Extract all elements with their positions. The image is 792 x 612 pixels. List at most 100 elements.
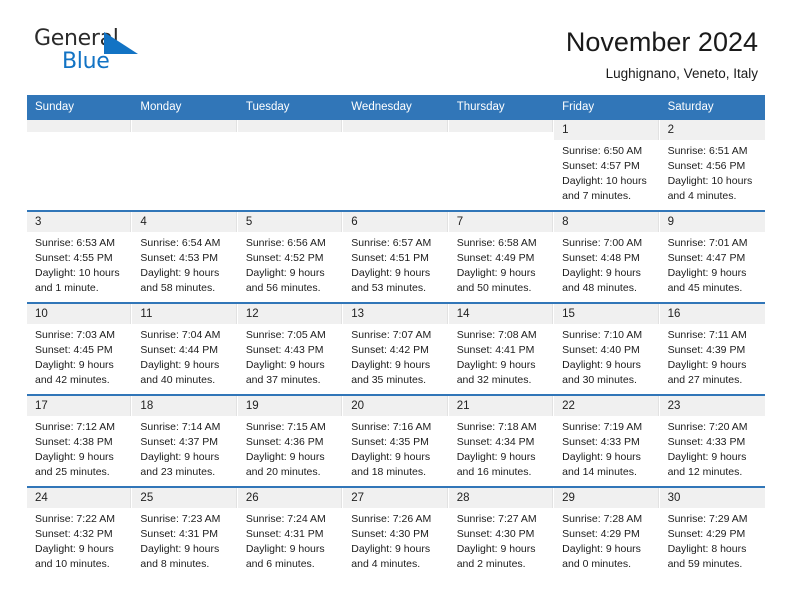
day-number: 16 [659,303,765,324]
sunset-text: Sunset: 4:32 PM [35,527,113,540]
daylight-text-line2: and 42 minutes. [35,373,110,386]
day-cell[interactable]: 22 Sunrise: 7:19 AM Sunset: 4:33 PM Dayl… [554,395,660,486]
daylight-text-line1: Daylight: 9 hours [456,450,536,463]
sunrise-text: Sunrise: 7:24 AM [245,512,326,525]
daylight-text-line2: and 30 minutes. [562,373,637,386]
daylight-text-line2: and 45 minutes. [667,281,743,294]
day-cell[interactable]: 20 Sunrise: 7:16 AM Sunset: 4:35 PM Dayl… [343,395,449,486]
day-details: Sunrise: 7:28 AM Sunset: 4:29 PM Dayligh… [554,508,658,572]
sunrise-text: Sunrise: 7:05 AM [245,328,326,341]
day-cell[interactable]: 19 Sunrise: 7:15 AM Sunset: 4:36 PM Dayl… [237,395,344,486]
sunset-text: Sunset: 4:47 PM [667,251,746,264]
sunset-text: Sunset: 4:42 PM [351,343,429,356]
day-number: 22 [554,395,659,416]
weekday-header-thursday: Thursday [456,101,505,114]
daylight-text-line1: Daylight: 9 hours [456,266,536,279]
day-cell[interactable]: 30 Sunrise: 7:29 AM Sunset: 4:29 PM Dayl… [659,487,765,578]
day-details: Sunrise: 7:14 AM Sunset: 4:37 PM Dayligh… [132,416,236,480]
flag-triangle-icon [104,32,138,54]
day-details: Sunrise: 7:18 AM Sunset: 4:34 PM Dayligh… [449,416,553,480]
day-details: Sunrise: 7:22 AM Sunset: 4:32 PM Dayligh… [27,508,131,572]
sunset-text: Sunset: 4:35 PM [351,435,429,448]
day-number: 20 [343,395,448,416]
day-cell[interactable]: 14 Sunrise: 7:08 AM Sunset: 4:41 PM Dayl… [448,303,555,394]
daylight-text-line1: Daylight: 9 hours [562,266,641,279]
day-cell[interactable]: 10 Sunrise: 7:03 AM Sunset: 4:45 PM Dayl… [27,303,133,394]
sunset-text: Sunset: 4:31 PM [140,527,219,540]
daylight-text-line2: and 23 minutes. [140,465,216,478]
sunrise-text: Sunrise: 7:04 AM [140,328,221,341]
day-cell [237,119,344,210]
day-cell [132,119,238,210]
day-details: Sunrise: 7:01 AM Sunset: 4:47 PM Dayligh… [660,232,765,296]
day-cell [448,119,555,210]
day-cell[interactable]: 1 Sunrise: 6:50 AM Sunset: 4:57 PM Dayli… [554,119,660,210]
sunrise-text: Sunrise: 7:16 AM [351,420,432,433]
day-cell[interactable]: 13 Sunrise: 7:07 AM Sunset: 4:42 PM Dayl… [343,303,449,394]
day-number [237,119,343,132]
daylight-text-line2: and 59 minutes. [667,557,743,570]
daylight-text-line1: Daylight: 9 hours [562,542,641,555]
day-cell[interactable]: 15 Sunrise: 7:10 AM Sunset: 4:40 PM Dayl… [554,303,660,394]
page-title: November 2024 [565,27,758,57]
sunrise-text: Sunrise: 6:56 AM [245,236,326,249]
day-cell[interactable]: 4 Sunrise: 6:54 AM Sunset: 4:53 PM Dayli… [132,211,238,302]
sunset-text: Sunset: 4:40 PM [562,343,640,356]
sunrise-text: Sunrise: 7:23 AM [140,512,221,525]
sunset-text: Sunset: 4:34 PM [456,435,535,448]
day-details: Sunrise: 7:12 AM Sunset: 4:38 PM Dayligh… [27,416,131,480]
daylight-text-line2: and 6 minutes. [245,557,315,570]
daylight-text-line2: and 4 minutes. [667,189,737,202]
calendar-grid: Sunday Monday Tuesday Wednesday Thursday… [27,95,765,578]
weekday-header-sunday: Sunday [35,101,75,114]
day-cell[interactable]: 5 Sunrise: 6:56 AM Sunset: 4:52 PM Dayli… [237,211,344,302]
daylight-text-line1: Daylight: 9 hours [140,358,220,371]
daylight-text-line2: and 48 minutes. [562,281,637,294]
day-cell[interactable]: 21 Sunrise: 7:18 AM Sunset: 4:34 PM Dayl… [448,395,555,486]
day-cell[interactable]: 28 Sunrise: 7:27 AM Sunset: 4:30 PM Dayl… [448,487,555,578]
day-details: Sunrise: 6:54 AM Sunset: 4:53 PM Dayligh… [132,232,236,296]
daylight-text-line1: Daylight: 9 hours [351,542,431,555]
day-details: Sunrise: 6:50 AM Sunset: 4:57 PM Dayligh… [554,140,658,204]
day-cell[interactable]: 27 Sunrise: 7:26 AM Sunset: 4:30 PM Dayl… [343,487,449,578]
day-cell[interactable]: 11 Sunrise: 7:04 AM Sunset: 4:44 PM Dayl… [132,303,238,394]
day-cell[interactable]: 24 Sunrise: 7:22 AM Sunset: 4:32 PM Dayl… [27,487,133,578]
day-cell[interactable]: 26 Sunrise: 7:24 AM Sunset: 4:31 PM Dayl… [237,487,344,578]
sunset-text: Sunset: 4:29 PM [667,527,746,540]
day-number: 1 [554,119,659,140]
day-cell[interactable]: 18 Sunrise: 7:14 AM Sunset: 4:37 PM Dayl… [132,395,238,486]
day-cell[interactable]: 23 Sunrise: 7:20 AM Sunset: 4:33 PM Dayl… [659,395,765,486]
daylight-text-line2: and 10 minutes. [35,557,110,570]
day-details: Sunrise: 7:07 AM Sunset: 4:42 PM Dayligh… [343,324,447,388]
day-cell[interactable]: 17 Sunrise: 7:12 AM Sunset: 4:38 PM Dayl… [27,395,133,486]
day-cell[interactable]: 29 Sunrise: 7:28 AM Sunset: 4:29 PM Dayl… [554,487,660,578]
daylight-text-line1: Daylight: 9 hours [456,358,536,371]
day-number: 10 [27,303,132,324]
sunset-text: Sunset: 4:44 PM [140,343,219,356]
daylight-text-line1: Daylight: 10 hours [562,174,647,187]
day-details: Sunrise: 7:03 AM Sunset: 4:45 PM Dayligh… [27,324,131,388]
day-cell[interactable]: 7 Sunrise: 6:58 AM Sunset: 4:49 PM Dayli… [448,211,555,302]
daylight-text-line1: Daylight: 8 hours [667,542,747,555]
day-cell[interactable]: 6 Sunrise: 6:57 AM Sunset: 4:51 PM Dayli… [343,211,449,302]
sunrise-text: Sunrise: 6:54 AM [140,236,221,249]
daylight-text-line1: Daylight: 10 hours [35,266,120,279]
day-cell[interactable]: 2 Sunrise: 6:51 AM Sunset: 4:56 PM Dayli… [659,119,765,210]
day-number: 12 [237,303,343,324]
day-number: 14 [448,303,554,324]
day-cell[interactable]: 16 Sunrise: 7:11 AM Sunset: 4:39 PM Dayl… [659,303,765,394]
daylight-text-line2: and 16 minutes. [456,465,532,478]
sunrise-text: Sunrise: 7:07 AM [351,328,432,341]
sunrise-text: Sunrise: 6:53 AM [35,236,115,249]
day-details: Sunrise: 7:04 AM Sunset: 4:44 PM Dayligh… [132,324,236,388]
day-cell[interactable]: 25 Sunrise: 7:23 AM Sunset: 4:31 PM Dayl… [132,487,238,578]
day-cell[interactable]: 3 Sunrise: 6:53 AM Sunset: 4:55 PM Dayli… [27,211,133,302]
day-number: 9 [659,211,765,232]
sunrise-text: Sunrise: 6:50 AM [562,144,643,157]
day-number: 24 [27,487,132,508]
day-cell[interactable]: 9 Sunrise: 7:01 AM Sunset: 4:47 PM Dayli… [659,211,765,302]
day-cell[interactable]: 8 Sunrise: 7:00 AM Sunset: 4:48 PM Dayli… [554,211,660,302]
day-cell[interactable]: 12 Sunrise: 7:05 AM Sunset: 4:43 PM Dayl… [237,303,344,394]
brand-logo[interactable]: General Blue [34,26,154,80]
day-details: Sunrise: 6:56 AM Sunset: 4:52 PM Dayligh… [238,232,342,296]
